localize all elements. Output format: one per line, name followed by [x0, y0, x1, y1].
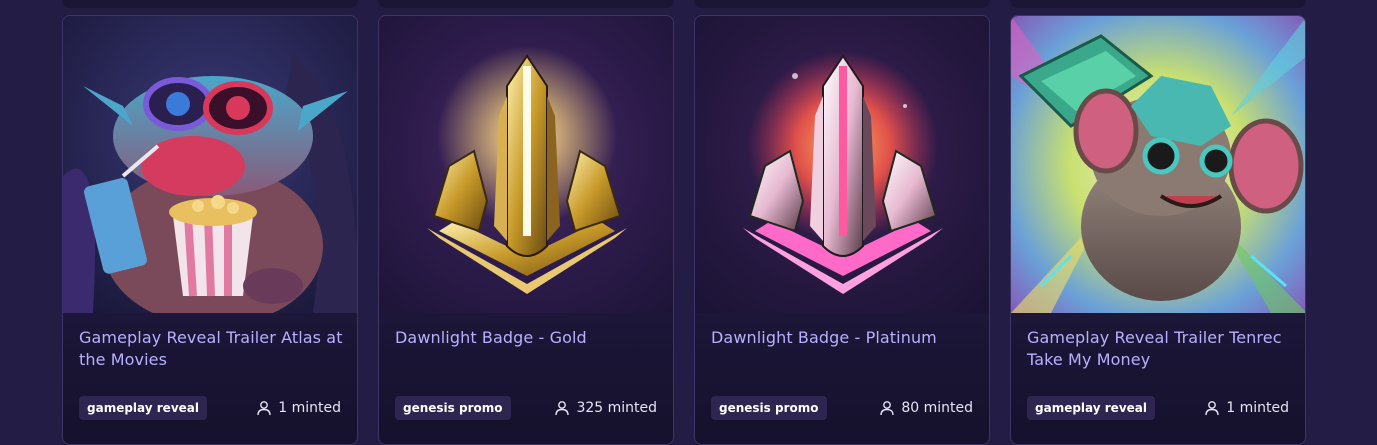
user-icon: [1205, 401, 1219, 416]
minted-label: 325 minted: [576, 400, 657, 416]
user-icon: [880, 401, 895, 416]
category-tag[interactable]: genesis promo: [711, 396, 827, 420]
category-tag[interactable]: genesis promo: [395, 396, 511, 420]
previous-row-edge: [0, 0, 1377, 14]
minted-count: 325 minted: [554, 396, 657, 420]
card-artwork: [379, 16, 673, 313]
category-tag[interactable]: gameplay reveal: [79, 396, 207, 420]
nft-card-atlas-movies[interactable]: Gameplay Reveal Trailer Atlas at the Mov…: [62, 15, 358, 445]
card-title[interactable]: Dawnlight Badge - Gold: [395, 327, 663, 349]
minted-count: 80 minted: [879, 396, 973, 420]
minted-label: 1 minted: [1226, 400, 1289, 416]
card-artwork: [1011, 16, 1305, 313]
minted-count: 1 minted: [1204, 396, 1289, 420]
user-icon: [257, 401, 271, 416]
nft-card-dawnlight-gold[interactable]: Dawnlight Badge - Gold genesis promo 325…: [378, 15, 674, 445]
nft-card-tenrec-money[interactable]: Gameplay Reveal Trailer Tenrec Take My M…: [1010, 15, 1306, 445]
minted-label: 80 minted: [901, 400, 973, 416]
nft-card-dawnlight-platinum[interactable]: Dawnlight Badge - Platinum genesis promo…: [694, 15, 990, 445]
card-title[interactable]: Dawnlight Badge - Platinum: [711, 327, 979, 349]
minted-count: 1 minted: [256, 396, 341, 420]
card-artwork: [695, 16, 989, 313]
minted-label: 1 minted: [278, 400, 341, 416]
card-artwork: [63, 16, 357, 313]
card-title[interactable]: Gameplay Reveal Trailer Tenrec Take My M…: [1027, 327, 1295, 371]
user-icon: [555, 401, 570, 416]
category-tag[interactable]: gameplay reveal: [1027, 396, 1155, 420]
card-title[interactable]: Gameplay Reveal Trailer Atlas at the Mov…: [79, 327, 347, 371]
